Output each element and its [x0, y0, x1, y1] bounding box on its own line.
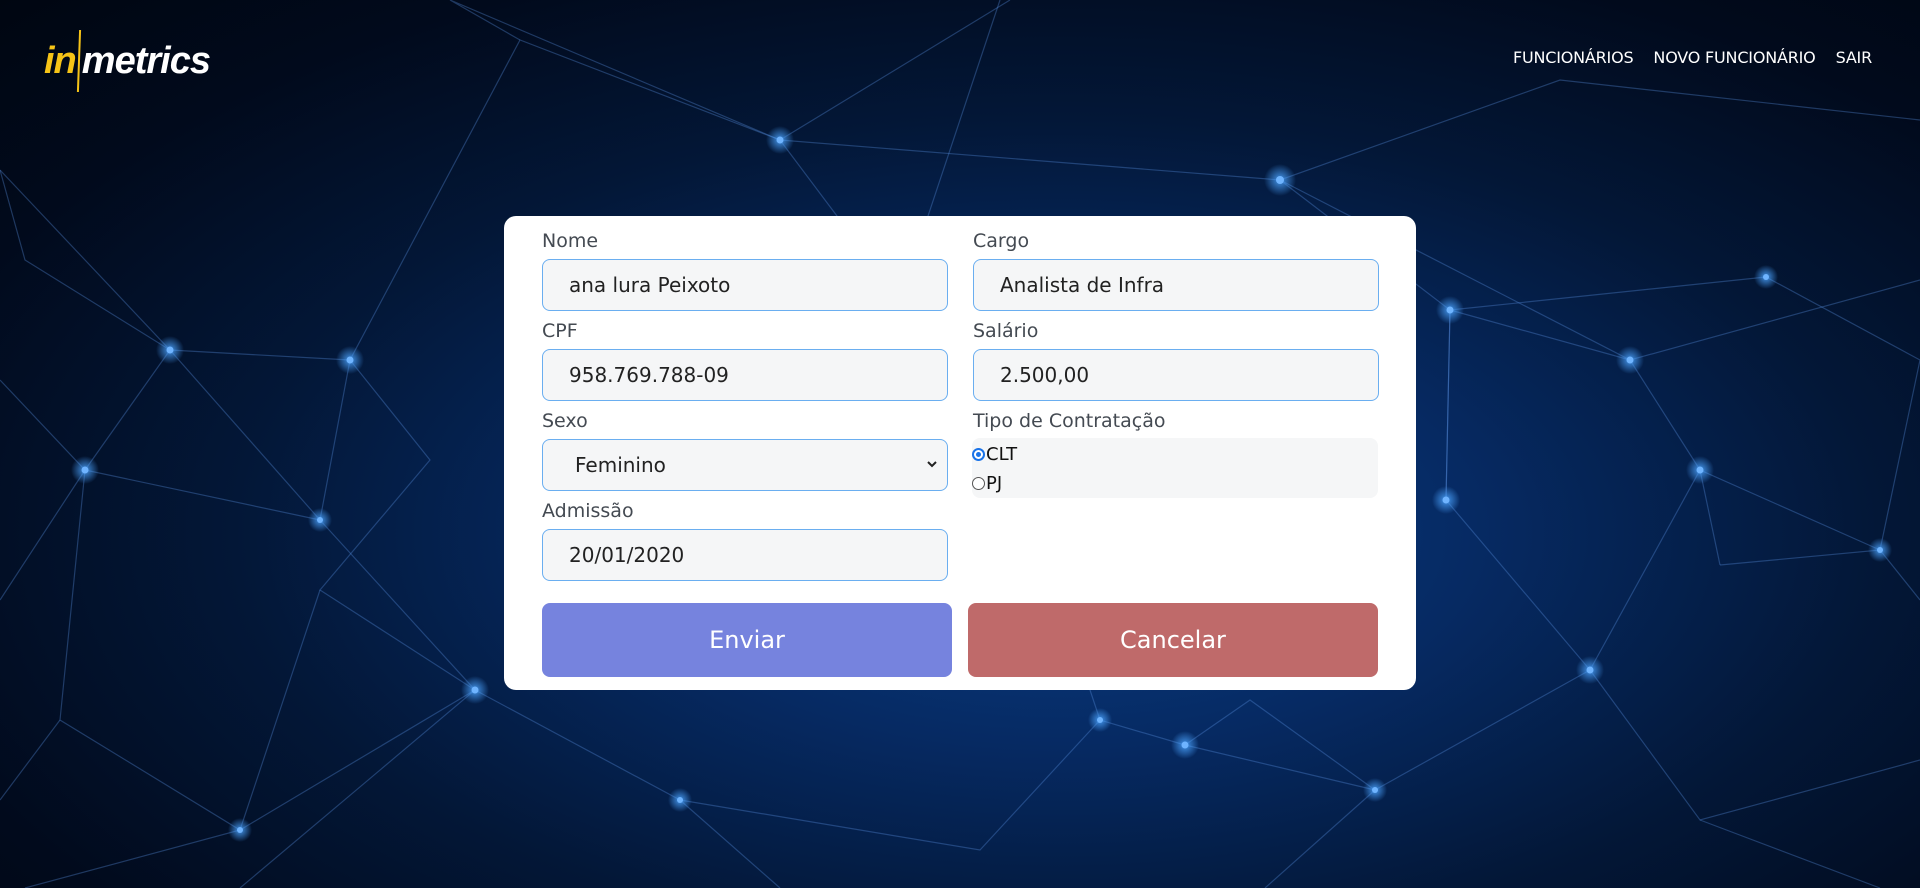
clt-label: CLT: [986, 444, 1018, 465]
tipo-contratacao-radio-group: CLT PJ: [972, 438, 1378, 498]
nav-link-sair[interactable]: SAIR: [1836, 48, 1873, 67]
enviar-button[interactable]: Enviar: [542, 603, 952, 677]
salario-value: 2.500,00: [1000, 363, 1090, 387]
admissao-label: Admissão: [542, 500, 634, 522]
clt-radio[interactable]: [972, 448, 985, 461]
inmetrics-logo[interactable]: in metrics: [44, 30, 211, 92]
nav-link-funcionarios[interactable]: FUNCIONÁRIOS: [1513, 48, 1634, 67]
cargo-value: Analista de Infra: [1000, 273, 1165, 297]
nav-links: FUNCIONÁRIOS NOVO FUNCIONÁRIO SAIR: [1513, 48, 1872, 67]
nome-input[interactable]: ana lura Peixoto: [542, 259, 948, 311]
logo-in-text: in: [44, 39, 77, 82]
cpf-label: CPF: [542, 320, 578, 342]
cpf-value: 958.769.788-09: [569, 363, 729, 387]
top-navbar: in metrics FUNCIONÁRIOS NOVO FUNCIONÁRIO…: [0, 0, 1920, 120]
cargo-label: Cargo: [973, 230, 1030, 252]
sexo-label: Sexo: [542, 410, 588, 432]
nav-link-novo-funcionario[interactable]: NOVO FUNCIONÁRIO: [1653, 48, 1815, 67]
admissao-value: 20/01/2020: [569, 543, 685, 567]
radio-option-pj[interactable]: PJ: [972, 473, 1002, 494]
sexo-selected-value: Feminino: [575, 453, 666, 477]
cancelar-button[interactable]: Cancelar: [968, 603, 1378, 677]
chevron-down-icon: [927, 461, 937, 468]
pj-radio[interactable]: [972, 477, 985, 490]
employee-form-card: Nome ana lura Peixoto Cargo Analista de …: [504, 216, 1416, 690]
salario-input[interactable]: 2.500,00: [973, 349, 1379, 401]
radio-option-clt[interactable]: CLT: [972, 444, 1017, 465]
logo-divider: [76, 30, 81, 92]
pj-label: PJ: [986, 473, 1003, 494]
logo-metrics-text: metrics: [81, 39, 211, 82]
nome-value: ana lura Peixoto: [569, 273, 731, 297]
cpf-input[interactable]: 958.769.788-09: [542, 349, 948, 401]
cargo-input[interactable]: Analista de Infra: [973, 259, 1379, 311]
tipo-contratacao-label: Tipo de Contratação: [973, 410, 1166, 432]
salario-label: Salário: [973, 320, 1039, 342]
nome-label: Nome: [542, 230, 599, 252]
sexo-select[interactable]: Feminino: [542, 439, 948, 491]
admissao-input[interactable]: 20/01/2020: [542, 529, 948, 581]
